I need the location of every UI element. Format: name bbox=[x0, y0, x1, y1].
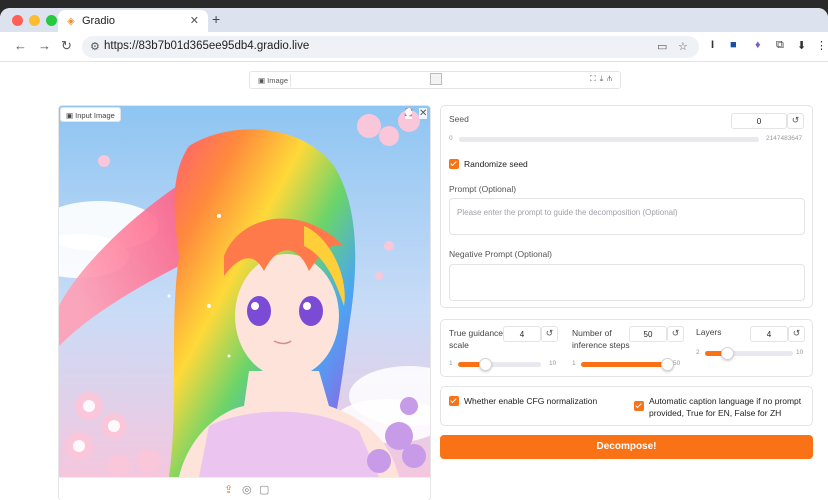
clear-image-icon[interactable]: ✕ bbox=[419, 108, 428, 119]
forward-icon[interactable]: → bbox=[38, 38, 51, 53]
output-image-box: ▣ Image ⛶⤓⋔ bbox=[249, 71, 621, 89]
true-guidance-slider-thumb[interactable] bbox=[479, 358, 493, 371]
minimize-window-button[interactable] bbox=[29, 15, 40, 26]
true-guidance-input[interactable]: 4 bbox=[503, 326, 541, 342]
caption-language-label: Automatic caption language if no prompt p… bbox=[649, 396, 802, 418]
decompose-button[interactable]: Decompose! bbox=[440, 435, 813, 459]
bookmark-star-icon[interactable]: ☆ bbox=[678, 40, 688, 53]
true-guidance-max: 10 bbox=[549, 360, 557, 367]
new-tab-button[interactable]: + bbox=[212, 11, 220, 27]
cfg-normalization-checkbox[interactable] bbox=[449, 396, 459, 406]
output-image-controls: ⛶⤓⋔ bbox=[590, 74, 616, 84]
download-icon[interactable]: ⬇ bbox=[797, 39, 806, 52]
prompt-textarea[interactable]: Please enter the prompt to guide the dec… bbox=[449, 198, 805, 235]
image-icon: ▣ bbox=[258, 76, 268, 85]
anime-girl-illustration bbox=[59, 106, 430, 477]
image-icon: ▣ bbox=[66, 111, 76, 120]
menu-icon[interactable]: ⋮ bbox=[816, 39, 827, 52]
randomize-seed-label: Randomize seed bbox=[464, 159, 528, 169]
tab-close-icon[interactable]: ✕ bbox=[190, 14, 199, 27]
browser-window: ◈ Gradio ✕ + ← → ↻ ⚙ https://83b7b01d365… bbox=[0, 8, 828, 500]
gradio-logo-icon: ◈ bbox=[67, 16, 75, 27]
fullscreen-icon[interactable]: ⛶ bbox=[405, 108, 412, 119]
tab-strip: ◈ Gradio ✕ + bbox=[0, 8, 828, 32]
extensions-puzzle-icon[interactable]: ⧉ bbox=[776, 39, 784, 52]
layers-slider[interactable] bbox=[705, 347, 793, 360]
share-icon[interactable]: ⋔ bbox=[607, 74, 616, 83]
output-image-label: ▣ Image bbox=[253, 74, 291, 87]
inference-steps-input[interactable]: 50 bbox=[629, 326, 667, 342]
sliders-card: True guidance scale 4 ↺ 1 10 Number of inf… bbox=[440, 319, 813, 377]
caption-language-checkbox[interactable] bbox=[634, 401, 644, 411]
tab-title: Gradio bbox=[82, 15, 116, 27]
randomize-seed-checkbox[interactable] bbox=[449, 159, 459, 169]
input-image-label: ▣ Input Image bbox=[60, 107, 121, 122]
options-card: Whether enable CFG normalization Automat… bbox=[440, 386, 813, 426]
prompt-placeholder: Please enter the prompt to guide the dec… bbox=[457, 208, 678, 217]
seed-input[interactable]: 0 bbox=[731, 113, 787, 129]
prompt-label: Prompt (Optional) bbox=[449, 184, 517, 194]
inference-steps-label: Number of inference steps bbox=[572, 328, 630, 350]
true-guidance-min: 1 bbox=[449, 360, 453, 367]
address-bar[interactable]: ⚙ https://83b7b01d365ee95db4.gradio.live… bbox=[82, 36, 699, 58]
true-guidance-slider[interactable] bbox=[458, 358, 541, 371]
close-window-button[interactable] bbox=[12, 15, 23, 26]
seed-label: Seed bbox=[449, 114, 469, 124]
layers-label: Layers bbox=[696, 327, 722, 337]
inference-steps-min: 1 bbox=[572, 360, 576, 367]
browser-toolbar: ← → ↻ ⚙ https://83b7b01d365ee95db4.gradi… bbox=[0, 32, 828, 62]
site-info-icon[interactable]: ⚙ bbox=[90, 40, 100, 53]
inference-steps-slider-fill bbox=[581, 362, 667, 367]
back-icon[interactable]: ← bbox=[14, 38, 27, 53]
cfg-normalization-label: Whether enable CFG normalization bbox=[464, 396, 598, 406]
seed-min: 0 bbox=[449, 135, 453, 142]
fullscreen-icon[interactable]: ⛶ bbox=[590, 74, 600, 83]
layers-reset-icon[interactable]: ↺ bbox=[788, 326, 805, 342]
maximize-window-button[interactable] bbox=[46, 15, 57, 26]
layers-slider-thumb[interactable] bbox=[721, 347, 734, 360]
settings-card: Seed 0 ↺ 0 2147483647 Randomize seed Pro… bbox=[440, 105, 813, 308]
extension-i-icon[interactable]: I bbox=[711, 39, 714, 51]
negative-prompt-textarea[interactable] bbox=[449, 264, 805, 301]
true-guidance-label: True guidance scale bbox=[449, 328, 504, 350]
extension-crystal-icon[interactable]: ♦ bbox=[755, 39, 761, 51]
webcam-icon[interactable]: ◎ bbox=[242, 483, 252, 496]
inference-steps-reset-icon[interactable]: ↺ bbox=[667, 326, 684, 342]
seed-reset-icon[interactable]: ↺ bbox=[787, 113, 804, 129]
input-image-preview bbox=[59, 106, 430, 477]
clipboard-icon[interactable]: ▢ bbox=[259, 483, 269, 496]
browser-tab[interactable]: ◈ Gradio ✕ bbox=[58, 10, 208, 32]
gradio-page: ▣ Image ⛶⤓⋔ ▣ Input Image ⛶ ✕ ⇪ ◎ ▢ Seed… bbox=[0, 63, 828, 500]
reload-icon[interactable]: ↻ bbox=[61, 38, 72, 54]
broken-image-icon bbox=[430, 73, 442, 85]
input-image-panel[interactable]: ▣ Input Image ⛶ ✕ ⇪ ◎ ▢ bbox=[58, 105, 431, 500]
layers-input[interactable]: 4 bbox=[750, 326, 788, 342]
inference-steps-max: 50 bbox=[673, 360, 681, 367]
layers-min: 2 bbox=[696, 349, 700, 356]
seed-slider[interactable] bbox=[459, 137, 759, 142]
layers-max: 10 bbox=[796, 349, 804, 356]
extension-square-icon[interactable]: ■ bbox=[730, 39, 737, 51]
negative-prompt-label: Negative Prompt (Optional) bbox=[449, 249, 552, 259]
url-text[interactable]: https://83b7b01d365ee95db4.gradio.live bbox=[104, 40, 309, 52]
seed-max: 2147483647 bbox=[766, 135, 803, 142]
upload-icon[interactable]: ⇪ bbox=[224, 483, 233, 496]
cast-icon[interactable]: ▭ bbox=[657, 40, 667, 53]
true-guidance-reset-icon[interactable]: ↺ bbox=[541, 326, 558, 342]
inference-steps-slider[interactable] bbox=[581, 358, 674, 371]
input-image-toolbar: ⇪ ◎ ▢ bbox=[59, 477, 430, 500]
